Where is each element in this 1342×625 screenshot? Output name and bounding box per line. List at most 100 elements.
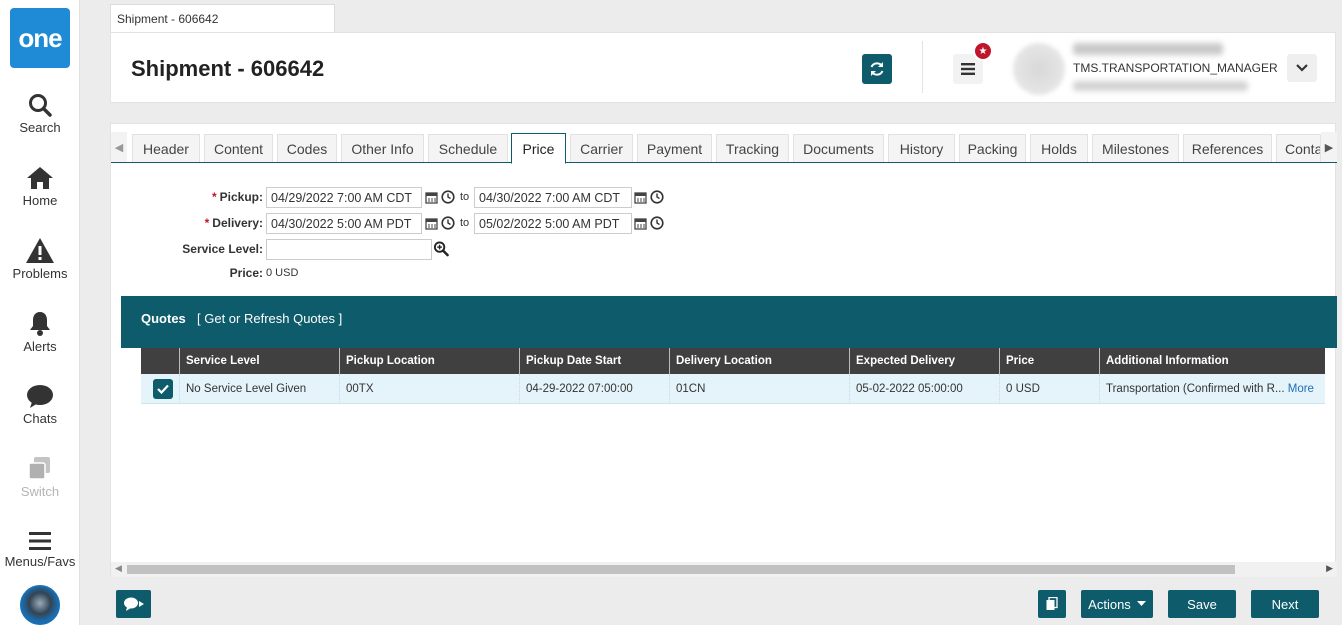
col-service-level[interactable]: Service Level [179, 348, 339, 374]
cell-service-level: No Service Level Given [179, 374, 339, 404]
warning-icon [26, 238, 54, 263]
delivery-from-input[interactable]: 04/30/2022 5:00 AM PDT [266, 213, 422, 234]
scroll-left-icon[interactable]: ◀ [115, 563, 122, 574]
tab-scroll-left-button[interactable]: ◀ [111, 132, 127, 162]
tab-tracking[interactable]: Tracking [716, 134, 789, 162]
pickup-from-clock-icon[interactable] [440, 189, 456, 205]
user-role: TMS.TRANSPORTATION_MANAGER [1073, 61, 1278, 75]
actions-button[interactable]: Actions [1081, 590, 1153, 618]
pickup-label-text: Pickup: [219, 190, 263, 204]
nav-search[interactable]: Search [0, 92, 80, 135]
save-button[interactable]: Save [1168, 590, 1236, 618]
more-link[interactable]: More [1288, 383, 1314, 395]
user-avatar-nav[interactable] [20, 585, 60, 625]
row-select-checkbox[interactable] [153, 379, 173, 399]
horizontal-scrollbar[interactable]: ◀ ▶ [111, 562, 1337, 577]
page-title: Shipment - 606642 [131, 56, 325, 81]
tab-milestones[interactable]: Milestones [1092, 134, 1179, 162]
header-divider [922, 41, 923, 93]
nav-alerts[interactable]: Alerts [0, 310, 80, 354]
tab-schedule[interactable]: Schedule [428, 134, 508, 162]
required-mark: * [211, 190, 217, 204]
tab-documents[interactable]: Documents [793, 134, 884, 162]
nav-alerts-label: Alerts [23, 339, 57, 354]
pickup-label: * Pickup: [171, 190, 263, 204]
next-button[interactable]: Next [1251, 590, 1319, 618]
cell-delivery-location: 01CN [669, 374, 849, 404]
service-level-input[interactable] [266, 239, 432, 260]
user-avatar[interactable] [1013, 43, 1065, 95]
tab-contacts[interactable]: Conta [1276, 134, 1321, 162]
nav-problems[interactable]: Problems [0, 237, 80, 281]
search-icon [29, 94, 52, 117]
col-expected-delivery[interactable]: Expected Delivery [849, 348, 999, 374]
bell-icon [30, 312, 50, 336]
page-header: Shipment - 606642 ★ TMS.TRANSPORTATION_M… [110, 32, 1336, 103]
nav-switch-label: Switch [20, 484, 60, 499]
tab-carrier[interactable]: Carrier [570, 134, 633, 162]
copy-icon [1046, 597, 1058, 610]
left-nav: one Search Home Problems Alerts Chats Sw… [0, 0, 80, 625]
tab-payment[interactable]: Payment [637, 134, 712, 162]
delivery-from-calendar-icon[interactable] [423, 215, 439, 231]
tab-packing[interactable]: Packing [959, 134, 1026, 162]
scrollbar-thumb[interactable] [127, 565, 1235, 574]
tab-bar: ◀ Header Content Codes Other Info Schedu… [111, 132, 1337, 164]
nav-switch: Switch [0, 455, 80, 499]
col-pickup-date-start[interactable]: Pickup Date Start [519, 348, 669, 374]
pickup-from-input[interactable]: 04/29/2022 7:00 AM CDT [266, 187, 422, 208]
chat-button[interactable] [116, 590, 151, 618]
nav-chats-label: Chats [23, 411, 57, 426]
nav-menus-favs[interactable]: Menus/Favs [0, 530, 80, 569]
scroll-right-icon[interactable]: ▶ [1326, 563, 1333, 574]
document-tab[interactable]: Shipment - 606642 [110, 4, 335, 32]
col-price[interactable]: Price [999, 348, 1099, 374]
user-email-redacted [1073, 81, 1248, 91]
price-value: 0 USD [266, 267, 299, 279]
quotes-header: Quotes [ Get or Refresh Quotes ] [121, 296, 1337, 348]
delivery-from-clock-icon[interactable] [440, 215, 456, 231]
service-level-label: Service Level: [182, 242, 263, 256]
nav-home[interactable]: Home [0, 165, 80, 208]
price-label: Price: [229, 266, 263, 280]
tab-references[interactable]: References [1183, 134, 1272, 162]
pickup-to-input[interactable]: 04/30/2022 7:00 AM CDT [474, 187, 632, 208]
chat-bubbles-icon [123, 597, 144, 611]
caret-down-icon [1136, 601, 1146, 606]
col-delivery-location[interactable]: Delivery Location [669, 348, 849, 374]
chat-icon [27, 385, 53, 408]
user-menu-dropdown[interactable] [1287, 54, 1317, 82]
col-additional-information[interactable]: Additional Information [1099, 348, 1325, 374]
cell-pickup-location: 00TX [339, 374, 519, 404]
tab-price[interactable]: Price [511, 133, 566, 164]
pickup-to-clock-icon[interactable] [649, 189, 665, 205]
delivery-to-calendar-icon[interactable] [632, 215, 648, 231]
tab-holds[interactable]: Holds [1030, 134, 1088, 162]
service-level-search-icon[interactable] [433, 240, 449, 256]
app-logo[interactable]: one [10, 8, 70, 68]
refresh-button[interactable] [862, 54, 892, 84]
pickup-from-calendar-icon[interactable] [423, 189, 439, 205]
bottom-toolbar: Actions Save Next [110, 582, 1342, 625]
copy-button[interactable] [1038, 590, 1066, 618]
col-pickup-location[interactable]: Pickup Location [339, 348, 519, 374]
nav-home-label: Home [22, 193, 58, 208]
delivery-label: * Delivery: [171, 216, 263, 230]
table-row[interactable]: No Service Level Given 00TX 04-29-2022 0… [141, 374, 1325, 404]
nav-chats[interactable]: Chats [0, 384, 80, 426]
pickup-to-calendar-icon[interactable] [632, 189, 648, 205]
delivery-to-clock-icon[interactable] [649, 215, 665, 231]
tab-codes[interactable]: Codes [277, 134, 337, 162]
tab-scroll-right-button[interactable]: ▶ [1321, 132, 1337, 162]
tab-other-info[interactable]: Other Info [341, 134, 424, 162]
get-refresh-quotes-link[interactable]: [ Get or Refresh Quotes ] [197, 311, 342, 326]
delivery-to-label: to [460, 217, 470, 229]
nav-search-label: Search [19, 120, 61, 135]
tab-header[interactable]: Header [132, 134, 200, 162]
refresh-icon [870, 62, 884, 76]
tab-content[interactable]: Content [204, 134, 273, 162]
cell-price: 0 USD [999, 374, 1099, 404]
tab-history[interactable]: History [888, 134, 955, 162]
switch-icon [28, 457, 50, 480]
delivery-to-input[interactable]: 05/02/2022 5:00 AM PDT [474, 213, 632, 234]
